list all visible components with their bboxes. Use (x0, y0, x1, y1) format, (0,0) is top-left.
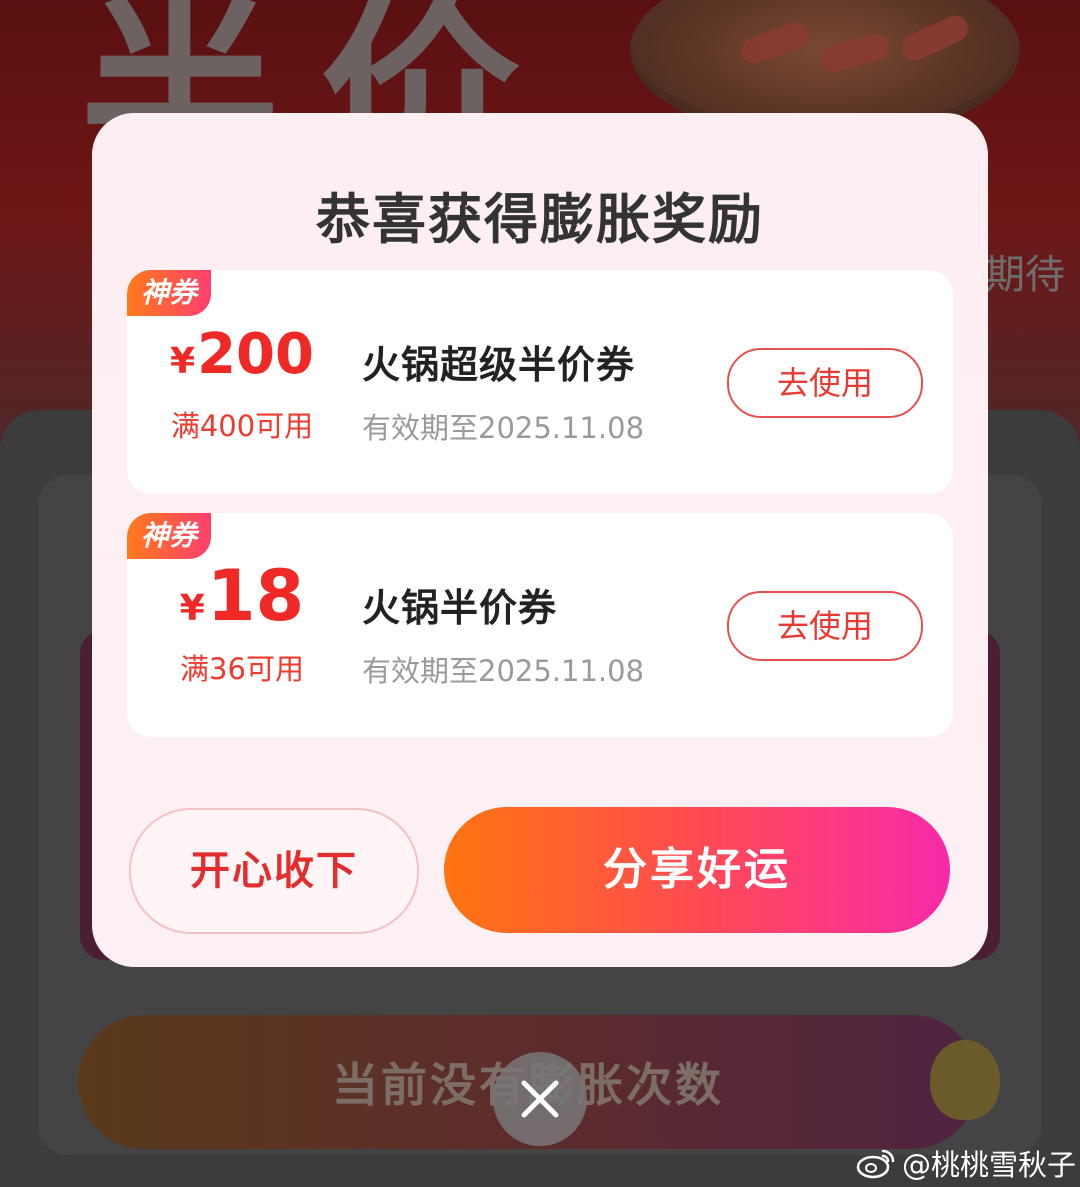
weibo-icon (856, 1149, 895, 1179)
watermark: @桃桃雪秋子 (856, 1142, 1076, 1184)
coupon-amount-value: 200 (197, 322, 314, 387)
coupon-condition: 满36可用 (180, 652, 304, 686)
coupon-expiry: 有效期至2025.11.08 (362, 654, 645, 688)
coupon-amount: ¥18 (127, 555, 357, 637)
coupon-expiry: 有效期至2025.11.08 (362, 411, 645, 445)
currency-symbol: ¥ (170, 341, 196, 382)
coupon-tag: 神券 (127, 270, 212, 316)
use-coupon-button[interactable]: 去使用 (727, 348, 923, 418)
close-icon (521, 1080, 559, 1118)
coupon-condition: 满400可用 (170, 409, 314, 443)
modal-title: 恭喜获得膨胀奖励 (316, 188, 764, 251)
currency-symbol: ¥ (179, 588, 205, 629)
coupon-amount: ¥200 (127, 322, 357, 387)
watermark-text: @桃桃雪秋子 (902, 1148, 1077, 1182)
close-button[interactable] (493, 1052, 587, 1146)
coupon-amount-value: 18 (206, 555, 305, 637)
use-coupon-button[interactable]: 去使用 (727, 591, 923, 661)
coupon-name: 火锅半价券 (362, 586, 558, 630)
accept-button[interactable]: 开心收下 (129, 808, 419, 934)
share-button[interactable]: 分享好运 (444, 807, 950, 933)
coupon-card: 神券 ¥200 满400可用 火锅超级半价券 有效期至2025.11.08 去使… (127, 270, 953, 494)
screen: 半价 期待 当前没有膨胀次数 恭喜获得膨胀奖励 神券 ¥200 满400可用 火… (0, 0, 1080, 1187)
coupon-name: 火锅超级半价券 (362, 343, 636, 387)
coupon-tag: 神券 (127, 513, 212, 559)
coupon-card: 神券 ¥18 满36可用 火锅半价券 有效期至2025.11.08 去使用 (127, 513, 953, 737)
background-side-text: 期待 (985, 252, 1065, 298)
coin-icon (930, 1040, 1000, 1120)
reward-modal: 恭喜获得膨胀奖励 神券 ¥200 满400可用 火锅超级半价券 有效期至2025… (92, 113, 988, 967)
